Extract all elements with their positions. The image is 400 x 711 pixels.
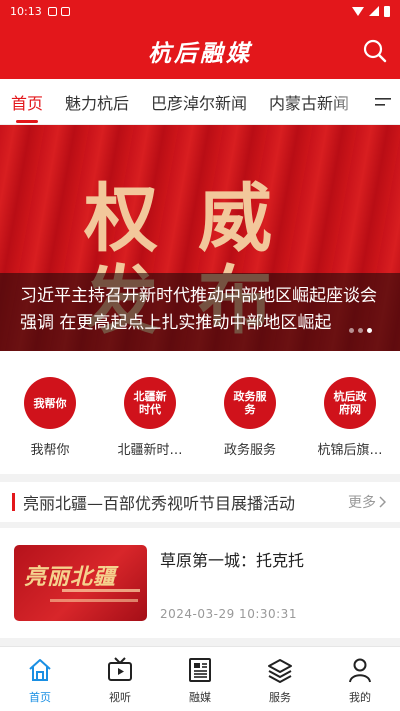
tab-home[interactable]: 首页	[0, 79, 54, 124]
battery-icon	[384, 5, 390, 17]
tabs-fade	[330, 79, 370, 124]
north-frontier-badge-icon: 北疆新时代	[124, 377, 176, 429]
badge-text: 政务服务	[233, 390, 267, 416]
newspaper-icon	[189, 658, 211, 682]
nav-services[interactable]: 服务	[240, 647, 320, 711]
thumbnail-decoration	[50, 599, 138, 602]
quick-link-label: 政务服务	[223, 443, 276, 458]
tab-charm-hanghou[interactable]: 魅力杭后	[54, 79, 140, 124]
quick-links: 我帮你 我帮你 北疆新时代 北疆新时… 政务服务 政务服务 杭后政府网 杭锦后旗…	[0, 366, 400, 466]
nav-label: 服务	[269, 691, 291, 704]
section-accent-bar	[12, 493, 15, 511]
app-title: 杭后融媒	[148, 39, 252, 67]
quick-link-help[interactable]: 我帮你 我帮你	[0, 366, 100, 466]
app-header: 杭后融媒	[0, 22, 400, 79]
thumbnail-decoration	[62, 589, 140, 592]
news-thumbnail: 亮丽北疆	[14, 545, 147, 621]
carousel-dot-active[interactable]	[367, 328, 372, 333]
banner-caption[interactable]: 习近平主持召开新时代推动中部地区崛起座谈会强调 在更高起点上扎实推动中部地区崛起	[0, 273, 400, 351]
nav-video[interactable]: 视听	[80, 647, 160, 711]
menu-icon	[375, 98, 391, 106]
channel-menu-button[interactable]	[366, 79, 400, 124]
wifi-icon	[352, 6, 364, 16]
badge-text: 杭后政府网	[333, 390, 367, 416]
quick-link-north-frontier[interactable]: 北疆新时代 北疆新时…	[100, 366, 200, 466]
news-title: 草原第一城：托克托	[160, 551, 305, 570]
quick-link-gov-services[interactable]: 政务服务 政务服务	[200, 366, 300, 466]
status-notification-icons	[47, 6, 70, 16]
nav-label: 我的	[349, 691, 371, 704]
gov-services-badge-icon: 政务服务	[224, 377, 276, 429]
news-item[interactable]: 亮丽北疆 草原第一城：托克托 2024-03-29 10:30:31	[0, 528, 400, 638]
nav-home[interactable]: 首页	[0, 647, 80, 711]
search-icon[interactable]	[362, 38, 388, 64]
divider	[0, 638, 400, 646]
help-badge-icon: 我帮你	[24, 377, 76, 429]
news-date: 2024-03-29 10:30:31	[160, 607, 297, 621]
home-icon	[29, 659, 51, 681]
quick-link-label: 杭锦后旗…	[317, 443, 383, 458]
tv-icon	[108, 657, 132, 681]
section-title: 亮丽北疆—百部优秀视听节目展播活动	[23, 494, 296, 513]
badge-text: 北疆新时代	[133, 390, 167, 416]
more-link[interactable]: 更多	[348, 492, 386, 512]
more-label: 更多	[348, 495, 376, 511]
status-bar: 10:13	[0, 0, 400, 22]
quick-link-label: 北疆新时…	[117, 443, 183, 458]
channel-tabs: 首页 魅力杭后 巴彦淖尔新闻 内蒙古新闻	[0, 79, 400, 125]
nav-label: 首页	[29, 691, 51, 704]
chevron-right-icon	[379, 496, 386, 508]
section-header: 亮丽北疆—百部优秀视听节目展播活动 更多	[0, 482, 400, 522]
layers-icon	[268, 659, 292, 683]
quick-link-label: 我帮你	[30, 443, 70, 458]
divider	[0, 474, 400, 482]
nav-profile[interactable]: 我的	[320, 647, 400, 711]
carousel-dots	[349, 328, 372, 333]
signal-icon	[369, 6, 379, 16]
banner-carousel[interactable]: 权威 发布 习近平主持召开新时代推动中部地区崛起座谈会强调 在更高起点上扎实推动…	[0, 125, 400, 351]
thumbnail-title: 亮丽北疆	[24, 564, 117, 590]
bottom-nav: 首页 视听 融媒 服务 我的	[0, 646, 400, 711]
gov-site-badge-icon: 杭后政府网	[324, 377, 376, 429]
notification-icon	[60, 6, 70, 16]
nav-label: 视听	[109, 691, 131, 704]
badge-text: 我帮你	[33, 396, 67, 410]
notification-icon	[47, 6, 57, 16]
tab-bayannur-news[interactable]: 巴彦淖尔新闻	[140, 79, 258, 124]
status-time: 10:13	[10, 4, 42, 18]
user-icon	[349, 658, 371, 683]
carousel-dot[interactable]	[349, 328, 354, 333]
nav-label: 融媒	[189, 691, 211, 704]
quick-link-gov-site[interactable]: 杭后政府网 杭锦后旗…	[300, 366, 400, 466]
carousel-dot[interactable]	[358, 328, 363, 333]
nav-media[interactable]: 融媒	[160, 647, 240, 711]
